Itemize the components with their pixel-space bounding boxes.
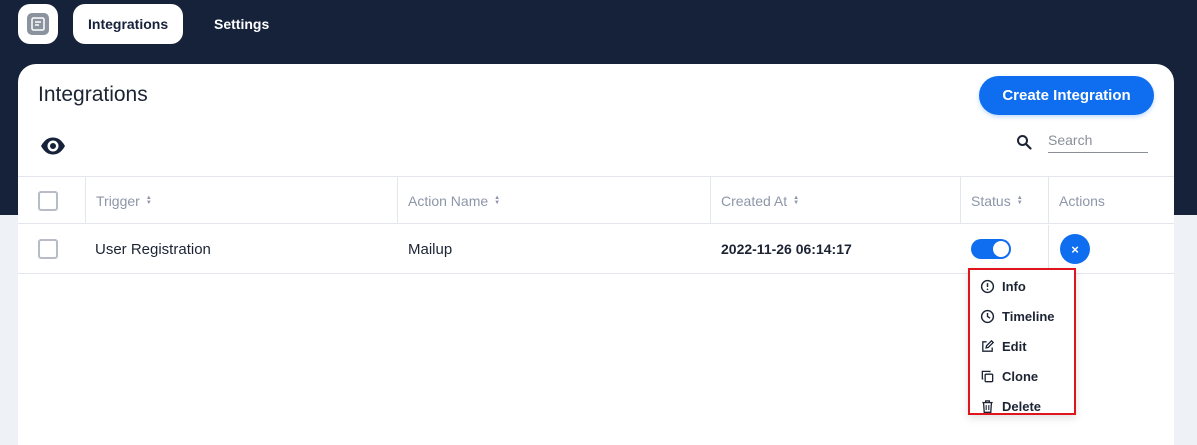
toggle-knob bbox=[993, 241, 1009, 257]
sort-icon: ▲ ▼ bbox=[145, 194, 152, 206]
cell-action-name: Mailup bbox=[408, 240, 453, 258]
trash-icon bbox=[982, 399, 993, 413]
column-label-status: Status bbox=[971, 192, 1011, 209]
search-input[interactable] bbox=[1048, 128, 1148, 153]
sort-icon: ▲ ▼ bbox=[793, 194, 800, 206]
search-icon bbox=[1017, 135, 1032, 150]
eye-icon[interactable] bbox=[40, 136, 66, 156]
row-checkbox[interactable] bbox=[38, 239, 58, 259]
column-header-trigger[interactable]: Trigger ▲ ▼ bbox=[86, 177, 398, 224]
column-label-created-at: Created At bbox=[721, 192, 788, 209]
page-title: Integrations bbox=[38, 83, 148, 106]
header-select-cell bbox=[18, 177, 86, 224]
actions-cell: × bbox=[1048, 225, 1174, 273]
menu-item-label: Timeline bbox=[1002, 308, 1055, 324]
edit-icon bbox=[982, 339, 995, 352]
column-header-action-name[interactable]: Action Name ▲ ▼ bbox=[398, 177, 711, 224]
menu-item-label: Clone bbox=[1002, 368, 1039, 384]
column-header-status[interactable]: Status ▲ ▼ bbox=[961, 177, 1049, 224]
table-header: Trigger ▲ ▼ Action Name ▲ ▼ Created At ▲ ▼ … bbox=[18, 176, 1174, 224]
create-integration-button[interactable]: Create Integration bbox=[979, 76, 1154, 115]
cell-created-at: 2022-11-26 06:14:17 bbox=[721, 241, 852, 257]
clone-icon bbox=[981, 370, 994, 382]
info-circle-icon bbox=[980, 279, 995, 293]
menu-item-clone[interactable]: Clone bbox=[970, 361, 1074, 391]
row-select-cell bbox=[38, 225, 58, 273]
logo-icon bbox=[27, 13, 49, 35]
sort-icon: ▲ ▼ bbox=[1016, 194, 1023, 206]
app-logo[interactable] bbox=[18, 4, 58, 44]
menu-item-label: Delete bbox=[1002, 398, 1042, 414]
select-all-checkbox[interactable] bbox=[38, 190, 58, 211]
menu-item-info[interactable]: Info bbox=[970, 271, 1074, 301]
clock-icon bbox=[980, 309, 995, 323]
menu-item-label: Info bbox=[1002, 278, 1026, 294]
tab-integrations[interactable]: Integrations bbox=[73, 4, 184, 44]
menu-item-delete[interactable]: Delete bbox=[970, 391, 1074, 421]
cell-trigger: User Registration bbox=[95, 240, 211, 258]
table-row[interactable]: User Registration Mailup 2022-11-26 06:1… bbox=[18, 225, 1174, 274]
actions-menu: Info Timeline Edit Clone Delete bbox=[968, 268, 1076, 415]
sort-icon: ▲ ▼ bbox=[494, 194, 501, 206]
menu-item-label: Edit bbox=[1002, 338, 1027, 354]
column-label-trigger: Trigger bbox=[96, 192, 140, 209]
column-label-action-name: Action Name bbox=[408, 192, 489, 209]
menu-item-edit[interactable]: Edit bbox=[970, 331, 1074, 361]
column-label-actions: Actions bbox=[1059, 192, 1105, 209]
status-toggle[interactable] bbox=[971, 239, 1011, 259]
menu-item-timeline[interactable]: Timeline bbox=[970, 301, 1074, 331]
tab-settings[interactable]: Settings bbox=[199, 4, 284, 44]
column-header-actions: Actions bbox=[1049, 177, 1174, 224]
column-header-created-at[interactable]: Created At ▲ ▼ bbox=[711, 177, 961, 224]
close-actions-button[interactable]: × bbox=[1060, 234, 1090, 264]
